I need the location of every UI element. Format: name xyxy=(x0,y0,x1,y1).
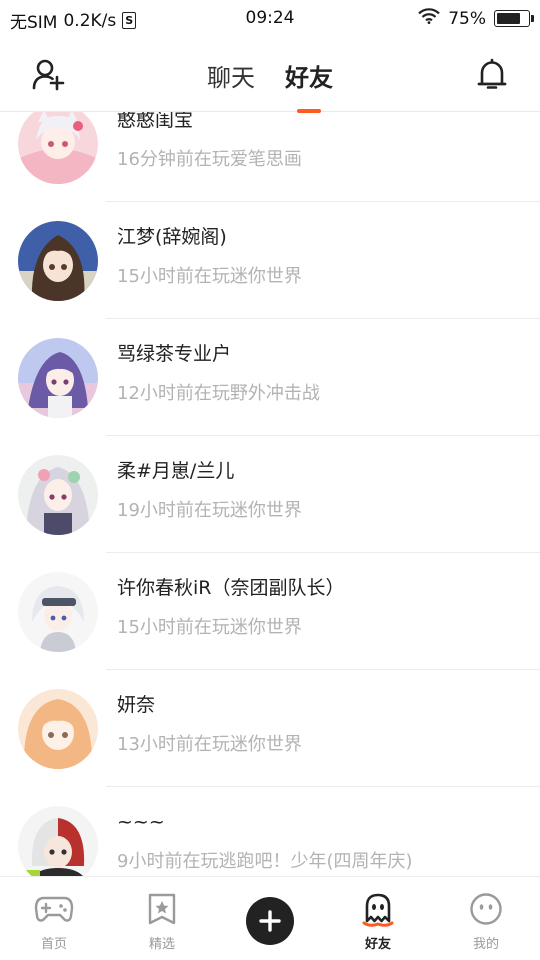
friend-info: 憨憨闺宝 16分钟前在玩爱笔思画 xyxy=(117,112,530,173)
friend-status: 12小时前在玩野外冲击战 xyxy=(117,383,320,404)
notifications-button[interactable] xyxy=(474,56,510,92)
battery-percent: 75% xyxy=(448,8,486,29)
friend-name: 许你春秋iR（奈团副队长） xyxy=(117,577,345,599)
avatar[interactable] xyxy=(18,572,98,652)
battery-fill xyxy=(497,13,520,24)
avatar[interactable] xyxy=(18,689,98,769)
friend-status: 16分钟前在玩爱笔思画 xyxy=(117,149,302,170)
friend-status: 9小时前在玩逃跑吧！少年(四周年庆) xyxy=(117,851,413,872)
avatar[interactable] xyxy=(18,221,98,301)
friend-status: 19小时前在玩迷你世界 xyxy=(117,500,302,521)
nav-home-label: 首页 xyxy=(40,937,67,952)
friend-status: 13小时前在玩迷你世界 xyxy=(117,734,302,755)
friend-info: 骂绿茶专业户 12小时前在玩野外冲击战 xyxy=(117,341,530,407)
friend-info: 许你春秋iR（奈团副队长） 15小时前在玩迷你世界 xyxy=(117,575,530,641)
avatar[interactable] xyxy=(18,455,98,535)
avatar[interactable] xyxy=(18,806,98,876)
tab-friends[interactable]: 好友 xyxy=(283,54,335,113)
face-icon xyxy=(470,893,502,925)
bell-icon xyxy=(477,58,507,89)
friend-row[interactable]: ~~~ 9小时前在玩逃跑吧！少年(四周年庆) xyxy=(0,787,540,876)
nav-me[interactable]: 我的 xyxy=(446,891,526,952)
nav-featured[interactable]: 精选 xyxy=(122,891,202,952)
friend-row[interactable]: 许你春秋iR（奈团副队长） 15小时前在玩迷你世界 xyxy=(0,553,540,670)
nav-me-label: 我的 xyxy=(472,937,499,952)
plus-icon xyxy=(259,910,281,932)
status-right: 75% xyxy=(418,8,534,29)
nav-featured-label: 精选 xyxy=(148,937,175,952)
friend-info: 柔#月崽/兰儿 19小时前在玩迷你世界 xyxy=(117,458,530,524)
tab-chat-label: 聊天 xyxy=(207,64,255,92)
avatar[interactable] xyxy=(18,112,98,184)
create-button[interactable] xyxy=(246,897,294,945)
friends-list[interactable]: 憨憨闺宝 16分钟前在玩爱笔思画 江梦(辞婉阁) 15小时前在玩迷你世界 骂绿茶… xyxy=(0,112,540,876)
status-bar: 无SIM 0.2K/s S 09:24 75% xyxy=(0,0,540,36)
ghost-icon xyxy=(362,893,394,927)
nav-friends-label: 好友 xyxy=(364,937,391,952)
star-bookmark-icon xyxy=(148,893,176,925)
friend-name: 江梦(辞婉阁) xyxy=(117,226,227,248)
top-header: 聊天 好友 xyxy=(0,36,540,113)
friend-info: 江梦(辞婉阁) 15小时前在玩迷你世界 xyxy=(117,224,530,290)
battery-icon xyxy=(494,10,534,27)
top-tabs: 聊天 好友 xyxy=(0,54,540,113)
tab-friends-label: 好友 xyxy=(285,64,333,92)
friend-row[interactable]: 江梦(辞婉阁) 15小时前在玩迷你世界 xyxy=(0,202,540,319)
gamepad-icon xyxy=(34,896,74,922)
tab-chat[interactable]: 聊天 xyxy=(205,54,257,97)
wifi-icon xyxy=(418,8,440,29)
friend-status: 15小时前在玩迷你世界 xyxy=(117,266,302,287)
friend-name: 骂绿茶专业户 xyxy=(117,343,232,365)
avatar[interactable] xyxy=(18,338,98,418)
nav-home[interactable]: 首页 xyxy=(14,891,94,952)
friend-row[interactable]: 妍奈 13小时前在玩迷你世界 xyxy=(0,670,540,787)
friend-info: ~~~ 9小时前在玩逃跑吧！少年(四周年庆) xyxy=(117,809,530,875)
friend-name: 柔#月崽/兰儿 xyxy=(117,460,235,482)
friend-name: 妍奈 xyxy=(117,694,156,716)
friend-status: 15小时前在玩迷你世界 xyxy=(117,617,302,638)
nav-friends[interactable]: 好友 xyxy=(338,891,418,952)
friend-row[interactable]: 骂绿茶专业户 12小时前在玩野外冲击战 xyxy=(0,319,540,436)
friend-info: 妍奈 13小时前在玩迷你世界 xyxy=(117,692,530,758)
bottom-navigation: 首页 精选 好友 我的 xyxy=(0,876,540,960)
friend-row[interactable]: 憨憨闺宝 16分钟前在玩爱笔思画 xyxy=(0,112,540,202)
friend-name: ~~~ xyxy=(117,811,165,833)
friend-name: 憨憨闺宝 xyxy=(117,112,194,131)
friend-row[interactable]: 柔#月崽/兰儿 19小时前在玩迷你世界 xyxy=(0,436,540,553)
